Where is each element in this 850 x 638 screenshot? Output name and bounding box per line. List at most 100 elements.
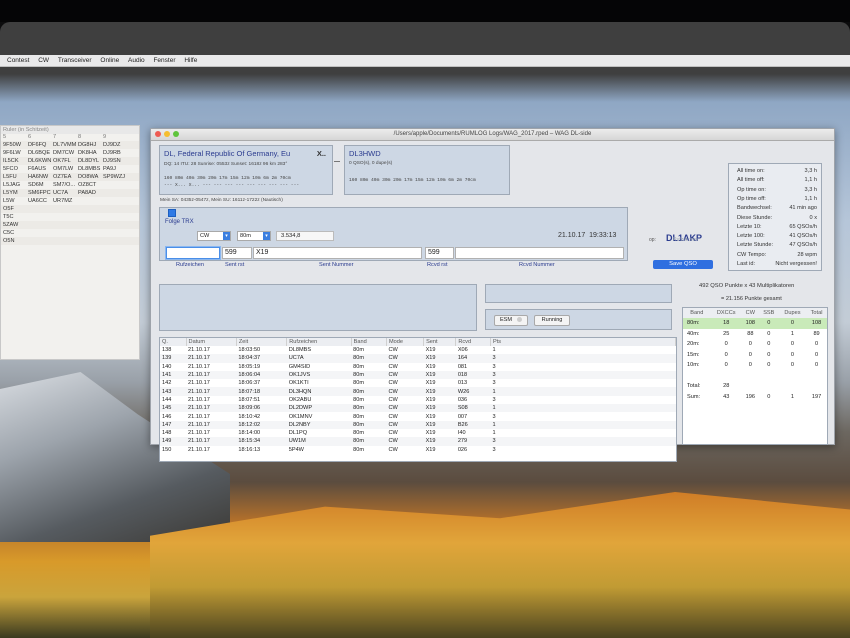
menu-hilfe[interactable]: Hilfe: [184, 55, 197, 66]
list-cell[interactable]: T5C: [1, 213, 26, 221]
table-row[interactable]: 139 21.10.17 18:04:37 UC7A 80m CW X19 164 3: [160, 354, 676, 363]
list-cell[interactable]: L5JAG: [1, 181, 26, 189]
list-cell[interactable]: [26, 221, 51, 229]
list-cell[interactable]: [76, 237, 101, 245]
list-cell[interactable]: [76, 213, 101, 221]
log-column-header[interactable]: Rufzeichen: [286, 338, 352, 346]
running-button[interactable]: Running: [534, 315, 570, 326]
qso-log-table[interactable]: Q. Datum Zeit Rufzeichen Band Mode Sent Rcvd Pts…: [159, 337, 677, 462]
table-row[interactable]: 146 21.10.17 18:10:42 OK1MNV 80m CW X19 007 3: [160, 412, 676, 420]
table-row[interactable]: 143 21.10.17 18:07:18 DL3HQN 80m CW X19 W26 1: [160, 387, 676, 396]
sent-number-input[interactable]: X19: [253, 247, 422, 259]
list-cell[interactable]: [76, 229, 101, 237]
zoom-icon[interactable]: [173, 131, 179, 137]
mode-select[interactable]: CW ▾: [197, 231, 231, 241]
log-column-header[interactable]: Rcvd: [455, 338, 491, 346]
list-cell[interactable]: [76, 197, 101, 205]
band-select[interactable]: 80m ▾: [237, 231, 271, 241]
menu-audio[interactable]: Audio: [128, 55, 145, 66]
log-column-header[interactable]: Sent: [423, 338, 457, 346]
list-cell[interactable]: DJ9DZ: [101, 141, 126, 149]
menu-online[interactable]: Online: [100, 55, 119, 66]
list-cell[interactable]: [101, 205, 126, 213]
list-cell[interactable]: OM7LW: [51, 165, 76, 173]
rcvd-number-input[interactable]: [455, 247, 624, 259]
list-cell[interactable]: UR7MZ: [51, 197, 76, 205]
list-cell[interactable]: 9F6LW: [1, 149, 26, 157]
list-cell[interactable]: [76, 205, 101, 213]
table-row[interactable]: 148 21.10.17 18:14:00 DL1PQ 80m CW X19 I40 1: [160, 429, 676, 437]
list-cell[interactable]: L5W: [1, 197, 26, 205]
list-cell[interactable]: [51, 205, 76, 213]
table-row[interactable]: 149 21.10.17 18:15:34 UW1M 80m CW X19 279 3: [160, 437, 676, 446]
follow-trx-checkbox[interactable]: [168, 209, 176, 217]
list-cell[interactable]: [51, 213, 76, 221]
list-cell[interactable]: [101, 213, 126, 221]
list-cell[interactable]: [26, 237, 51, 245]
list-cell[interactable]: PA9J: [101, 165, 126, 173]
list-cell[interactable]: [26, 213, 51, 221]
list-cell[interactable]: SP9WZJ: [101, 173, 126, 181]
list-cell[interactable]: [26, 205, 51, 213]
list-cell[interactable]: SM7/O...: [51, 181, 76, 189]
list-cell[interactable]: [26, 229, 51, 237]
table-row[interactable]: 141 21.10.17 18:06:04 OK1JVS 80m CW X19 018 3: [160, 370, 676, 380]
log-column-header[interactable]: Datum: [186, 338, 237, 346]
list-cell[interactable]: UC7A: [51, 189, 76, 197]
list-cell[interactable]: C5C: [1, 229, 26, 237]
menu-fenster[interactable]: Fenster: [153, 55, 175, 66]
table-row[interactable]: 144 21.10.17 18:07:51 OK2ABU 80m CW X19 036 3: [160, 396, 676, 404]
list-cell[interactable]: DJ9RB: [101, 149, 126, 157]
list-cell[interactable]: O5F: [1, 205, 26, 213]
list-cell[interactable]: L5YM: [1, 189, 26, 197]
list-cell[interactable]: [101, 221, 126, 229]
log-column-header[interactable]: Pts: [490, 338, 676, 346]
list-cell[interactable]: L5FU: [1, 173, 26, 181]
list-cell[interactable]: OK7FL: [51, 157, 76, 165]
list-cell[interactable]: DL6KWN: [26, 157, 51, 165]
list-cell[interactable]: [51, 237, 76, 245]
rcvd-rst-input[interactable]: 599: [425, 247, 454, 259]
menu-cw[interactable]: CW: [38, 55, 49, 66]
list-cell[interactable]: DF6FQ: [26, 141, 51, 149]
save-qso-button[interactable]: Save QSO: [653, 260, 713, 269]
list-cell[interactable]: [101, 189, 126, 197]
list-cell[interactable]: SM6FPC: [26, 189, 51, 197]
sent-rst-input[interactable]: 599: [222, 247, 252, 259]
list-cell[interactable]: DJ9SN: [101, 157, 126, 165]
log-column-header[interactable]: Band: [351, 338, 387, 346]
list-cell[interactable]: [101, 229, 126, 237]
list-cell[interactable]: 5ZAW: [1, 221, 26, 229]
list-cell[interactable]: PA8AD: [76, 189, 101, 197]
list-cell[interactable]: [76, 221, 101, 229]
list-cell[interactable]: 9F50W: [1, 141, 26, 149]
log-column-header[interactable]: Zeit: [236, 338, 288, 346]
list-cell[interactable]: OZ7EA: [51, 173, 76, 181]
list-cell[interactable]: DK8HA: [76, 149, 101, 157]
list-cell[interactable]: [51, 221, 76, 229]
log-column-header[interactable]: Q.: [160, 338, 187, 346]
list-cell[interactable]: IL5CK: [1, 157, 26, 165]
table-row[interactable]: 145 21.10.17 18:09:06 DL2DWP 80m CW X19 S08 1: [160, 404, 676, 413]
list-cell[interactable]: SD6M: [26, 181, 51, 189]
list-cell[interactable]: DL7VMM: [51, 141, 76, 149]
memo-box[interactable]: [159, 284, 477, 331]
table-row[interactable]: 140 21.10.17 18:05:19 GM4SID 80m CW X19 081 3: [160, 363, 676, 371]
table-row[interactable]: 142 21.10.17 18:06:37 OK1KTI 80m CW X19 013 3: [160, 379, 676, 387]
list-cell[interactable]: OZ8CT: [76, 181, 101, 189]
table-row[interactable]: 150 21.10.17 18:16:13 5P4W 80m CW X19 026 3: [160, 446, 676, 454]
list-cell[interactable]: [101, 181, 126, 189]
esm-button[interactable]: ESM: [494, 315, 528, 326]
close-icon[interactable]: [155, 131, 161, 137]
list-cell[interactable]: DG8HJ: [76, 141, 101, 149]
frequency-field[interactable]: 3.534,8: [276, 231, 334, 241]
list-cell[interactable]: [101, 237, 126, 245]
table-row[interactable]: 138 21.10.17 18:03:50 DL8MBS 80m CW X19 X06 1: [160, 346, 676, 354]
menu-contest[interactable]: Contest: [7, 55, 29, 66]
list-cell[interactable]: DL8DYL: [76, 157, 101, 165]
minimize-icon[interactable]: [164, 131, 170, 137]
list-cell[interactable]: F6AUS: [26, 165, 51, 173]
list-cell[interactable]: HA6NW: [26, 173, 51, 181]
list-cell[interactable]: DL8MBS: [76, 165, 101, 173]
list-cell[interactable]: DM7CW: [51, 149, 76, 157]
